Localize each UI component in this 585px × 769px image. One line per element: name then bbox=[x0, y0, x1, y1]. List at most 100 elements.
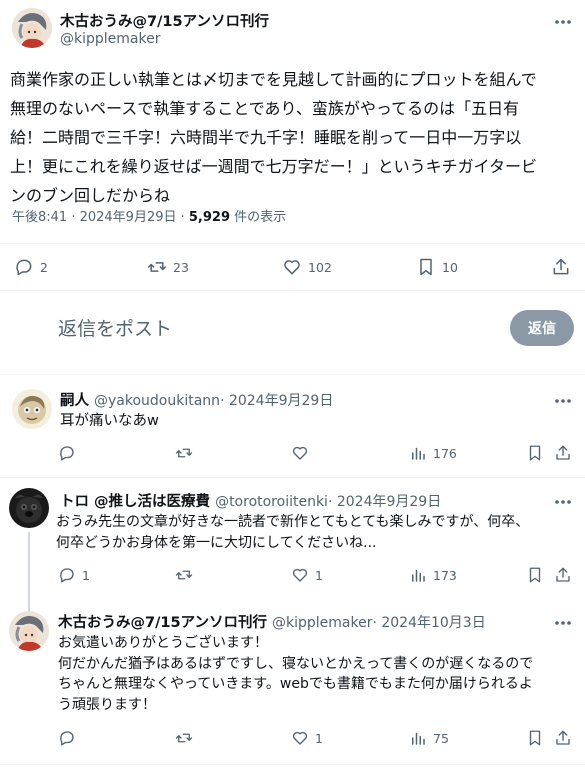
views-count: 176 bbox=[433, 445, 457, 461]
reply-author-name[interactable]: 木古おうみ@7/15アンソロ刊行 bbox=[58, 611, 267, 632]
reply-button[interactable]: 返信 bbox=[510, 310, 574, 346]
more-horizontal-icon[interactable] bbox=[553, 613, 573, 633]
divider bbox=[0, 477, 585, 478]
tweet-text-line: 上！更にこれを繰り返せば一週間で七万字だー！」というキチガイタービ bbox=[10, 157, 538, 176]
tweet-text-line: 給！二時間で三千字！六時間半で九千字！睡眠を削って一日中一万字以 bbox=[10, 128, 522, 147]
like-action[interactable] bbox=[291, 444, 315, 462]
more-horizontal-icon[interactable] bbox=[553, 391, 573, 411]
share-upload-icon bbox=[551, 257, 571, 277]
reply-text-line: 耳が痛いなあw bbox=[60, 413, 159, 429]
divider bbox=[0, 374, 585, 375]
reply-text-line: 何だかんだ猶予はあるはずですし、寝ないとかえって書くのが遅くなるので bbox=[58, 655, 534, 672]
repost-arrows-icon bbox=[175, 566, 193, 584]
share-action[interactable] bbox=[551, 257, 571, 277]
repost-action[interactable]: 23 bbox=[147, 257, 189, 277]
repost-action[interactable] bbox=[175, 729, 199, 747]
bookmark-action[interactable] bbox=[526, 729, 544, 747]
speech-bubble-icon bbox=[14, 257, 34, 277]
reply-date[interactable]: · 2024年9月29日 bbox=[220, 390, 333, 410]
reply-action[interactable] bbox=[58, 444, 82, 462]
share-action[interactable] bbox=[554, 566, 572, 584]
like-action[interactable]: 102 bbox=[282, 257, 332, 277]
views-count: 173 bbox=[433, 567, 457, 583]
bookmark-action[interactable]: 10 bbox=[416, 257, 458, 277]
tweet-text-line: 無理のないペースで執筆することであり、蛮族がやってるのは「五日有 bbox=[10, 99, 520, 118]
repost-action[interactable] bbox=[175, 444, 199, 462]
reply-avatar[interactable] bbox=[9, 488, 49, 528]
divider bbox=[0, 290, 585, 291]
speech-bubble-icon bbox=[58, 444, 76, 462]
reply-text-line: う頑張ります！ bbox=[58, 696, 156, 713]
reply-action[interactable]: 1 bbox=[58, 566, 90, 584]
repost-arrows-icon bbox=[175, 729, 193, 747]
reply-date[interactable]: · 2024年10月3日 bbox=[372, 612, 485, 632]
reply-text-line: お気遣いありがとうございます！ bbox=[58, 635, 268, 651]
speech-bubble-icon bbox=[58, 566, 76, 584]
bookmark-count: 10 bbox=[442, 259, 458, 275]
bookmark-icon bbox=[526, 444, 544, 462]
views-count: 75 bbox=[433, 730, 449, 746]
repost-arrows-icon bbox=[147, 257, 167, 277]
like-action[interactable]: 1 bbox=[291, 729, 323, 747]
reply-avatar[interactable] bbox=[9, 611, 49, 651]
bookmark-action[interactable] bbox=[526, 566, 544, 584]
tweet-text-line: 商業作家の正しい執筆とは〆切までを見越して計画的にプロットを組んで bbox=[10, 70, 537, 89]
bookmark-icon bbox=[526, 566, 544, 584]
heart-icon bbox=[291, 729, 309, 747]
reply-text-line: 何卒どうかお身体を第一に大切にしてくださいね... bbox=[56, 535, 377, 551]
reply-text: お気遣いありがとうございます！ 何だかんだ猶予はあるはずですし、寝ないとかえって… bbox=[58, 633, 533, 715]
tweet-timestamp[interactable]: 午後8:41 · 2024年9月29日 · bbox=[12, 210, 189, 225]
reply-avatar[interactable] bbox=[12, 389, 52, 429]
reply-action[interactable] bbox=[58, 729, 82, 747]
views-count: 5,929 bbox=[188, 210, 231, 225]
author-handle[interactable]: @kipplemaker bbox=[60, 31, 160, 47]
reply-input[interactable]: 返信をポスト bbox=[58, 314, 172, 341]
bar-chart-icon bbox=[409, 444, 427, 462]
reply-count: 1 bbox=[82, 567, 90, 583]
reply-date[interactable]: · 2024年9月29日 bbox=[328, 491, 441, 511]
speech-bubble-icon bbox=[58, 729, 76, 747]
tweet-text: 商業作家の正しい執筆とは〆切までを見越して計画的にプロットを組んで 無理のないペ… bbox=[10, 65, 537, 210]
repost-arrows-icon bbox=[175, 444, 193, 462]
more-horizontal-icon[interactable] bbox=[553, 12, 573, 32]
bookmark-icon bbox=[526, 729, 544, 747]
reply-author-handle[interactable]: @yakoudoukitann bbox=[94, 393, 220, 409]
reply-author-handle[interactable]: @kipplemaker bbox=[272, 615, 372, 631]
thread-line bbox=[28, 532, 30, 616]
heart-icon bbox=[291, 566, 309, 584]
share-upload-icon bbox=[554, 566, 572, 584]
heart-icon bbox=[291, 444, 309, 462]
repost-action[interactable] bbox=[175, 566, 199, 584]
share-action[interactable] bbox=[554, 444, 572, 462]
reply-text: おうみ先生の文章が好きな一読者で新作とてもとても楽しみですが、何卒、 何卒どうか… bbox=[56, 512, 529, 554]
reply-author-handle[interactable]: @torotoroiitenki bbox=[215, 494, 328, 510]
author-avatar[interactable] bbox=[12, 8, 52, 48]
reply-author-name[interactable]: トロ @推し活は医療費 bbox=[60, 490, 210, 511]
share-upload-icon bbox=[554, 729, 572, 747]
reply-author-name[interactable]: 嗣人 bbox=[60, 389, 89, 410]
tweet-metadata: 午後8:41 · 2024年9月29日 · 5,929 件の表示 bbox=[12, 206, 286, 225]
views-action[interactable]: 173 bbox=[409, 566, 457, 584]
like-count: 1 bbox=[315, 730, 323, 746]
reply-text-line: ちゃんと無理なくやっていきます。webでも書籍でもまた何か届けられるよ bbox=[58, 676, 533, 692]
like-action[interactable]: 1 bbox=[291, 566, 323, 584]
like-count: 1 bbox=[315, 567, 323, 583]
more-horizontal-icon[interactable] bbox=[553, 492, 573, 512]
views-action[interactable]: 75 bbox=[409, 729, 449, 747]
share-upload-icon bbox=[554, 444, 572, 462]
reply-text: 耳が痛いなあw bbox=[60, 411, 159, 432]
bookmark-action[interactable] bbox=[526, 444, 544, 462]
divider bbox=[0, 764, 585, 765]
views-label: 件の表示 bbox=[230, 210, 287, 225]
divider bbox=[0, 243, 585, 244]
share-action[interactable] bbox=[554, 729, 572, 747]
reply-action[interactable]: 2 bbox=[14, 257, 48, 277]
reply-count: 2 bbox=[40, 259, 48, 275]
like-count: 102 bbox=[308, 259, 332, 275]
bar-chart-icon bbox=[409, 729, 427, 747]
heart-icon bbox=[282, 257, 302, 277]
author-name[interactable]: 木古おうみ@7/15アンソロ刊行 bbox=[60, 10, 269, 31]
repost-count: 23 bbox=[173, 259, 189, 275]
views-action[interactable]: 176 bbox=[409, 444, 457, 462]
bookmark-icon bbox=[416, 257, 436, 277]
